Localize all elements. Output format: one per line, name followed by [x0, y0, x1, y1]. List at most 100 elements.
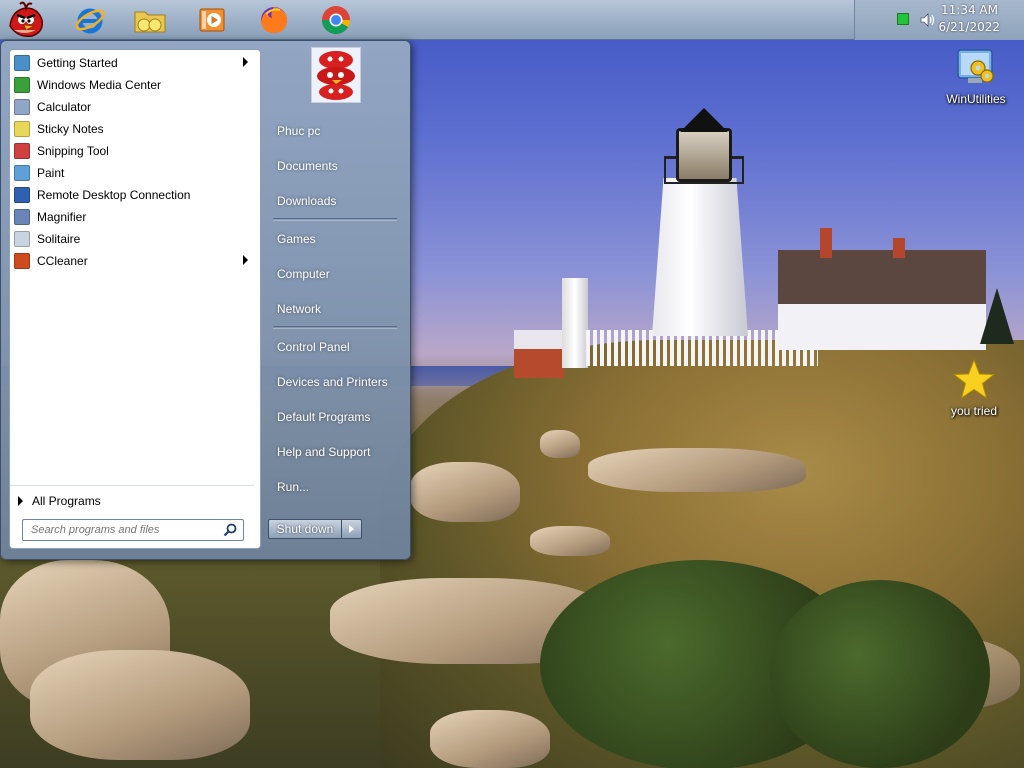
- start-right-item-label: Devices and Printers: [277, 374, 388, 389]
- submenu-arrow-icon: [243, 255, 248, 265]
- program-item[interactable]: Remote Desktop Connection: [10, 184, 260, 206]
- start-right-item[interactable]: Devices and Printers: [265, 364, 405, 399]
- solitaire-icon: [14, 231, 30, 247]
- start-right-item-label: Run...: [277, 479, 310, 494]
- firefox-icon: [261, 7, 288, 33]
- program-label: Calculator: [37, 100, 92, 114]
- program-item[interactable]: Calculator: [10, 96, 260, 118]
- start-right-item-label: Help and Support: [277, 444, 371, 459]
- all-programs-label: All Programs: [32, 494, 101, 508]
- program-item[interactable]: Snipping Tool: [10, 140, 260, 162]
- chrome-icon: [322, 6, 350, 34]
- taskbar-media-player[interactable]: [194, 2, 230, 38]
- start-right-item[interactable]: Downloads: [265, 183, 405, 218]
- paint-icon: [14, 165, 30, 181]
- start-search-box[interactable]: [22, 519, 244, 541]
- system-tray: 11:34 AM 6/21/2022: [854, 0, 1024, 40]
- taskbar-internet-explorer[interactable]: [72, 2, 108, 38]
- start-right-item-label: Phuc pc: [277, 123, 321, 138]
- start-right-item-label: Default Programs: [277, 409, 371, 424]
- program-item[interactable]: Windows Media Center: [10, 74, 260, 96]
- search-input[interactable]: [23, 520, 219, 540]
- start-right-item-label: Network: [277, 301, 322, 316]
- wallpaper-rock: [410, 462, 520, 522]
- start-right-item[interactable]: Default Programs: [265, 399, 405, 434]
- start-menu: Getting Started Windows Media Center Calcu…: [0, 40, 411, 560]
- start-right-item-label: Downloads: [277, 193, 337, 208]
- desktop-icon-label: you tried: [950, 404, 998, 418]
- wallpaper-rock: [530, 526, 610, 556]
- media-player-icon: [199, 8, 225, 32]
- user-picture[interactable]: [311, 47, 361, 103]
- shutdown-options-arrow-icon[interactable]: [341, 519, 362, 539]
- wallpaper-rock: [588, 448, 806, 492]
- desktop-icon-winutilities[interactable]: WinUtilities: [936, 46, 1016, 106]
- program-item[interactable]: CCleaner: [10, 250, 260, 272]
- submenu-arrow-icon: [243, 57, 248, 67]
- folder-icon: [134, 11, 166, 33]
- calculator-icon: [14, 99, 30, 115]
- wallpaper-bell-tower: [562, 278, 588, 368]
- wallpaper-lighthouse: [652, 178, 748, 336]
- network-status-icon[interactable]: [897, 13, 909, 25]
- getting-started-icon: [14, 55, 30, 71]
- media-center-icon: [14, 77, 30, 93]
- start-right-item[interactable]: Help and Support: [265, 434, 405, 469]
- program-label: Solitaire: [37, 232, 81, 246]
- remote-desktop-icon: [14, 187, 30, 203]
- angry-birds-user-picture: [312, 48, 360, 102]
- ccleaner-icon: [14, 253, 30, 269]
- program-label: Magnifier: [37, 210, 87, 224]
- program-label: Remote Desktop Connection: [37, 188, 191, 202]
- triangle-right-icon: [18, 496, 23, 506]
- start-right-item[interactable]: Run...: [265, 469, 405, 504]
- start-right-item-label: Games: [277, 231, 316, 246]
- program-item[interactable]: Solitaire: [10, 228, 260, 250]
- shutdown-button[interactable]: Shut down: [268, 519, 342, 539]
- start-menu-right-pane: Phuc pc Documents Downloads Games Computer Ne…: [265, 113, 405, 504]
- speaker-icon[interactable]: [919, 11, 937, 29]
- start-right-item[interactable]: Control Panel: [265, 329, 405, 364]
- start-right-item[interactable]: Network: [265, 291, 405, 326]
- taskbar-firefox[interactable]: [256, 2, 292, 38]
- programs-separator: [10, 485, 254, 486]
- taskbar-chrome[interactable]: [318, 2, 354, 38]
- wallpaper-bush: [770, 580, 990, 768]
- wallpaper-rock: [540, 430, 580, 458]
- wallpaper-shed: [514, 330, 564, 378]
- desktop-icon-label: WinUtilities: [946, 92, 1006, 106]
- taskbar: 11:34 AM 6/21/2022: [0, 0, 1024, 40]
- wallpaper-house-roof: [778, 250, 986, 304]
- start-right-item[interactable]: Documents: [265, 148, 405, 183]
- wallpaper-rock: [430, 710, 550, 768]
- program-label: Paint: [37, 166, 65, 180]
- program-list: Getting Started Windows Media Center Calcu…: [10, 52, 260, 272]
- program-label: Windows Media Center: [37, 78, 162, 92]
- program-label: Getting Started: [37, 56, 118, 70]
- program-item[interactable]: Paint: [10, 162, 260, 184]
- search-icon[interactable]: [223, 523, 237, 537]
- taskbar-file-explorer[interactable]: [132, 2, 168, 38]
- start-right-item-label: Documents: [277, 158, 338, 173]
- start-right-item[interactable]: Phuc pc: [265, 113, 405, 148]
- start-right-item[interactable]: Computer: [265, 256, 405, 291]
- wallpaper-rock: [30, 650, 250, 760]
- start-menu-programs-pane: Getting Started Windows Media Center Calcu…: [9, 49, 261, 549]
- all-programs-button[interactable]: All Programs: [18, 490, 248, 512]
- wallpaper-lighthouse-lamp: [676, 128, 732, 182]
- program-item[interactable]: Magnifier: [10, 206, 260, 228]
- desktop-icon-you-tried[interactable]: you tried: [934, 358, 1014, 418]
- program-item[interactable]: Getting Started: [10, 52, 260, 74]
- gold-star-icon: [952, 358, 996, 402]
- internet-explorer-icon: [75, 8, 105, 34]
- program-item[interactable]: Sticky Notes: [10, 118, 260, 140]
- clock-time[interactable]: 11:34 AM: [941, 3, 998, 17]
- magnifier-icon: [14, 209, 30, 225]
- start-right-item[interactable]: Games: [265, 221, 405, 256]
- program-label: Snipping Tool: [37, 144, 109, 158]
- start-button[interactable]: [4, 0, 48, 40]
- angry-bird-orb-icon: [9, 1, 44, 38]
- wallpaper-chimney: [820, 228, 832, 258]
- program-label: CCleaner: [37, 254, 88, 268]
- clock-date[interactable]: 6/21/2022: [938, 20, 1000, 34]
